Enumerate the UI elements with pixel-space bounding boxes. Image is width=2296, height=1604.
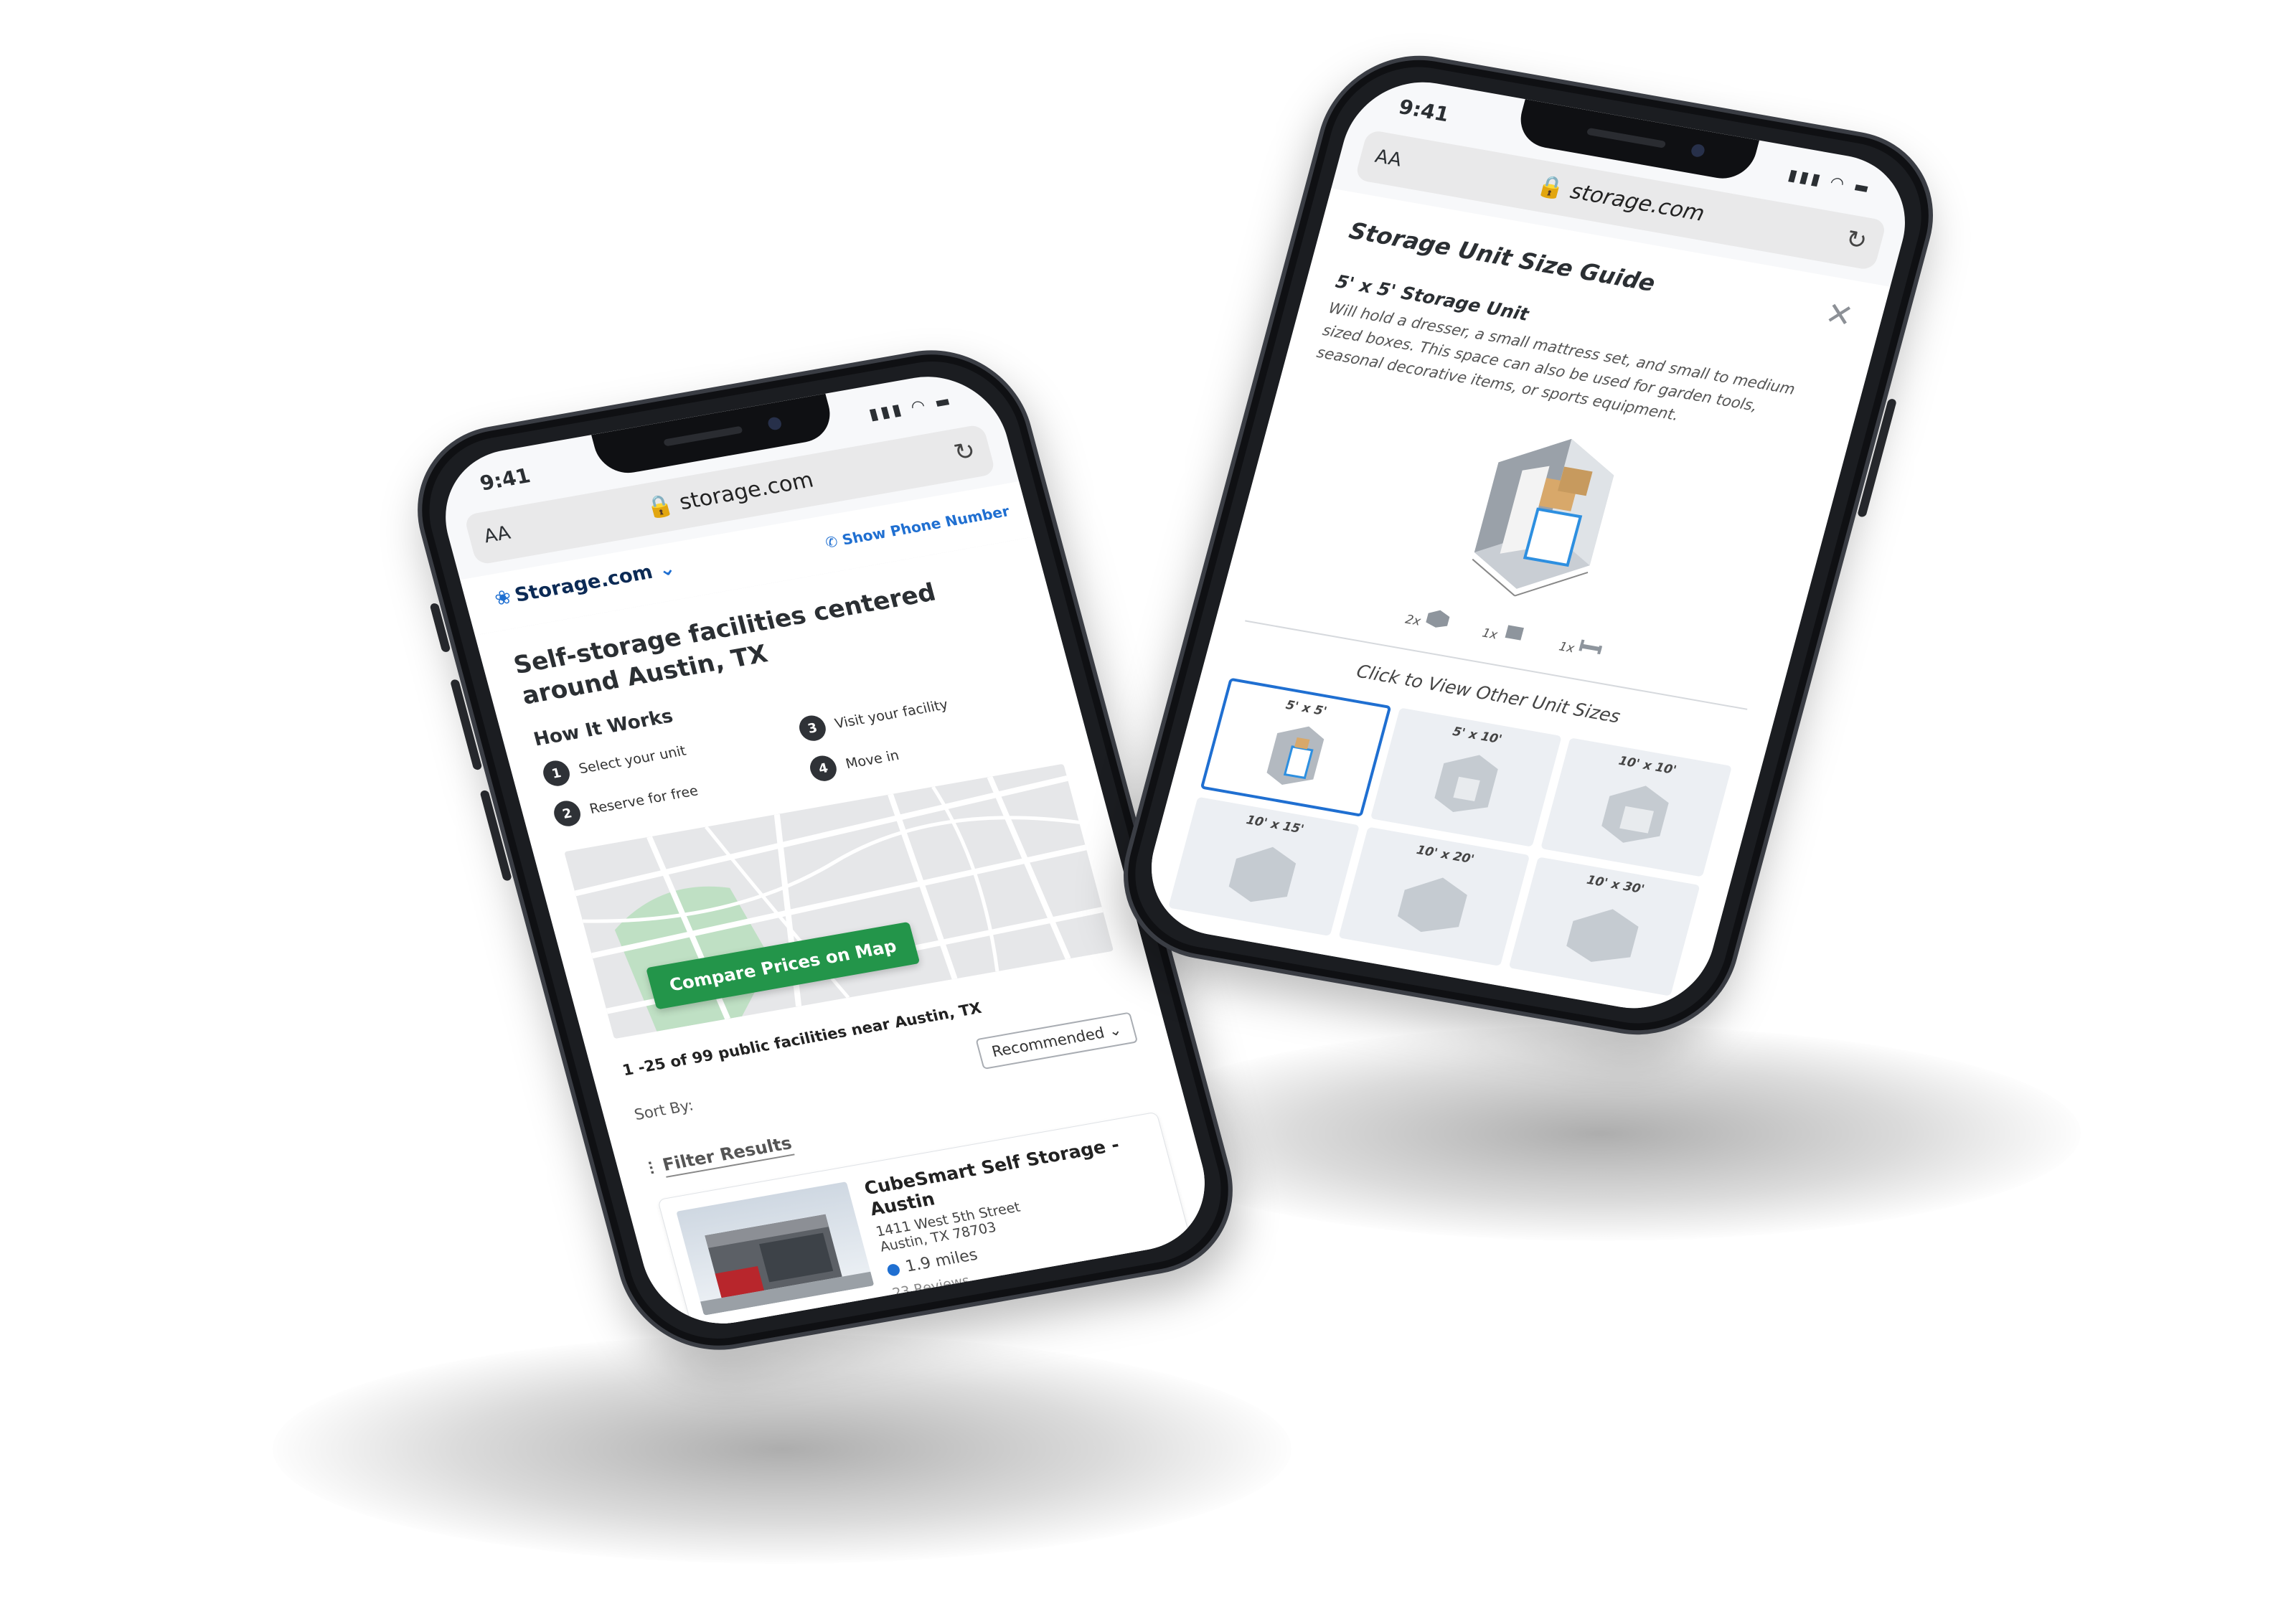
sort-value: Recommended (989, 1024, 1106, 1061)
url-text: storage.com (677, 467, 817, 516)
item-count-label: 1x (1557, 639, 1576, 656)
left-screen: 9:41 ▮▮▮ ◠ ▬ AA 🔒 storage.com ↻ ❀Storage… (428, 364, 1222, 1336)
show-phone-link[interactable]: ✆ Show Phone Number (824, 502, 1012, 551)
unit-size-tile[interactable]: 10' x 30' (1508, 857, 1700, 996)
unit-size-tile[interactable]: 5' x 5' (1200, 677, 1392, 817)
box-icon (1426, 610, 1450, 628)
step-label: Move in (844, 747, 901, 773)
step-label: Reserve for free (588, 783, 700, 818)
filter-icon: ⫶ (646, 1159, 657, 1179)
unit-thumb-icon (1434, 755, 1498, 812)
distance-value: 1.9 miles (903, 1245, 980, 1276)
url-text: storage.com (1567, 179, 1708, 227)
unit-size-tile[interactable]: 5' x 10' (1370, 707, 1562, 847)
unit-illustration (1472, 438, 1614, 597)
signal-wifi-battery-icon: ▮▮▮ ◠ ▬ (867, 392, 956, 424)
unit-thumb-icon (1601, 786, 1669, 843)
size-guide-modal: Storage Unit Size Guide ✕ 5' x 5' Storag… (1134, 188, 1891, 1020)
lock-icon: 🔒 (1534, 173, 1568, 202)
phone-link-label: Show Phone Number (840, 502, 1012, 549)
phone-icon: ✆ (823, 532, 840, 552)
item-count-label: 2x (1403, 612, 1423, 629)
logo-text: Storage.com (512, 561, 656, 607)
left-phone-shadow (273, 1334, 1292, 1564)
location-pin-icon: ● (884, 1259, 903, 1280)
right-screen: 9:41 ▮▮▮ ◠ ▬ AA 🔒 storage.com ↻ Storage … (1134, 70, 1922, 1020)
right-phone: 9:41 ▮▮▮ ◠ ▬ AA 🔒 storage.com ↻ Storage … (1102, 41, 1954, 1049)
item-count: 1x (1557, 625, 1607, 661)
status-time: 9:41 (1396, 95, 1452, 127)
site-logo[interactable]: ❀Storage.com ⌄ (492, 557, 678, 610)
unit-thumb-icon (1228, 846, 1297, 902)
step-label: Visit your facility (833, 697, 950, 732)
unit-size-tile[interactable]: 10' x 20' (1338, 826, 1530, 966)
step-number: 3 (796, 713, 829, 743)
facility-photo (676, 1181, 875, 1316)
logo-mark-icon: ❀ (491, 585, 514, 610)
step-number: 2 (551, 798, 584, 829)
status-time: 9:41 (477, 463, 533, 496)
chevron-down-icon[interactable]: ⌄ (656, 557, 677, 582)
sort-select[interactable]: Recommended ⌄ (975, 1011, 1139, 1070)
bed-frame-icon (1578, 639, 1603, 655)
unit-thumb-icon (1397, 877, 1467, 933)
step-number: 4 (806, 753, 839, 783)
lock-icon: 🔒 (643, 492, 677, 522)
mattress-icon (1505, 625, 1525, 641)
filter-label: Filter Results (660, 1133, 795, 1178)
step-number: 1 (540, 758, 573, 788)
item-count: 2x (1403, 598, 1454, 633)
sort-label: Sort By: (632, 1096, 695, 1124)
item-count-label: 1x (1480, 626, 1500, 643)
chevron-down-icon: ⌄ (1106, 1021, 1124, 1040)
signal-wifi-battery-icon: ▮▮▮ ◠ ▬ (1786, 166, 1874, 199)
item-count: 1x (1480, 611, 1530, 647)
unit-size-tile[interactable]: 10' x 15' (1168, 796, 1360, 937)
left-phone: 9:41 ▮▮▮ ◠ ▬ AA 🔒 storage.com ↻ ❀Storage… (396, 335, 1254, 1365)
right-phone-shadow (1119, 1026, 2081, 1241)
unit-size-tile[interactable]: 10' x 10' (1540, 737, 1732, 877)
unit-thumb-icon (1566, 909, 1639, 962)
unit-thumb-icon (1266, 726, 1325, 786)
step-label: Select your unit (577, 742, 688, 778)
